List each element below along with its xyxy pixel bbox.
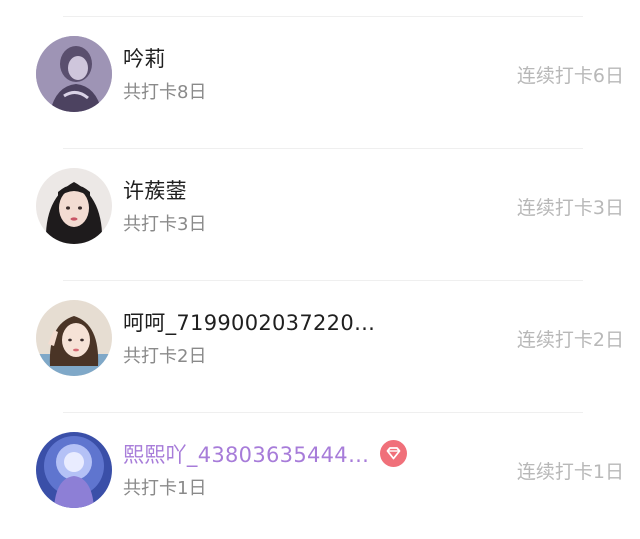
divider: [63, 412, 583, 413]
avatar[interactable]: [36, 300, 112, 376]
total-checkin-days: 共打卡8日: [123, 82, 207, 103]
total-checkin-days: 共打卡1日: [123, 478, 207, 499]
avatar[interactable]: [36, 432, 112, 508]
streak-checkin-days: 连续打卡6日: [516, 65, 624, 87]
avatar-photo-icon: [36, 168, 112, 244]
vip-badge[interactable]: [380, 440, 407, 467]
streak-checkin-days: 连续打卡3日: [516, 197, 624, 219]
divider: [63, 16, 583, 17]
user-name[interactable]: 熙熙吖_43803635444…: [123, 439, 369, 469]
total-checkin-days: 共打卡3日: [123, 214, 207, 235]
list-item[interactable]: 熙熙吖_43803635444… 共打卡1日 连续打卡1日: [0, 429, 640, 539]
avatar-photo-icon: [36, 300, 112, 376]
user-name[interactable]: 呵呵_7199002037220…: [123, 307, 375, 337]
user-name[interactable]: 吟莉: [123, 43, 166, 73]
list-item[interactable]: 吟莉 共打卡8日 连续打卡6日: [0, 33, 640, 165]
divider: [63, 148, 583, 149]
total-checkin-days: 共打卡2日: [123, 346, 207, 367]
streak-checkin-days: 连续打卡2日: [516, 329, 624, 351]
checkin-user-list: 吟莉 共打卡8日 连续打卡6日 许蔟蓥 共打卡3日 连续打卡3日 呵呵_7199…: [0, 0, 640, 539]
avatar-photo-icon: [36, 432, 112, 508]
user-name[interactable]: 许蔟蓥: [123, 175, 187, 205]
list-item[interactable]: 呵呵_7199002037220… 共打卡2日 连续打卡2日: [0, 297, 640, 429]
list-item[interactable]: 许蔟蓥 共打卡3日 连续打卡3日: [0, 165, 640, 297]
streak-checkin-days: 连续打卡1日: [516, 461, 624, 483]
avatar[interactable]: [36, 168, 112, 244]
avatar[interactable]: [36, 36, 112, 112]
avatar-photo-icon: [36, 36, 112, 112]
diamond-badge-icon: [386, 447, 401, 460]
divider: [63, 280, 583, 281]
